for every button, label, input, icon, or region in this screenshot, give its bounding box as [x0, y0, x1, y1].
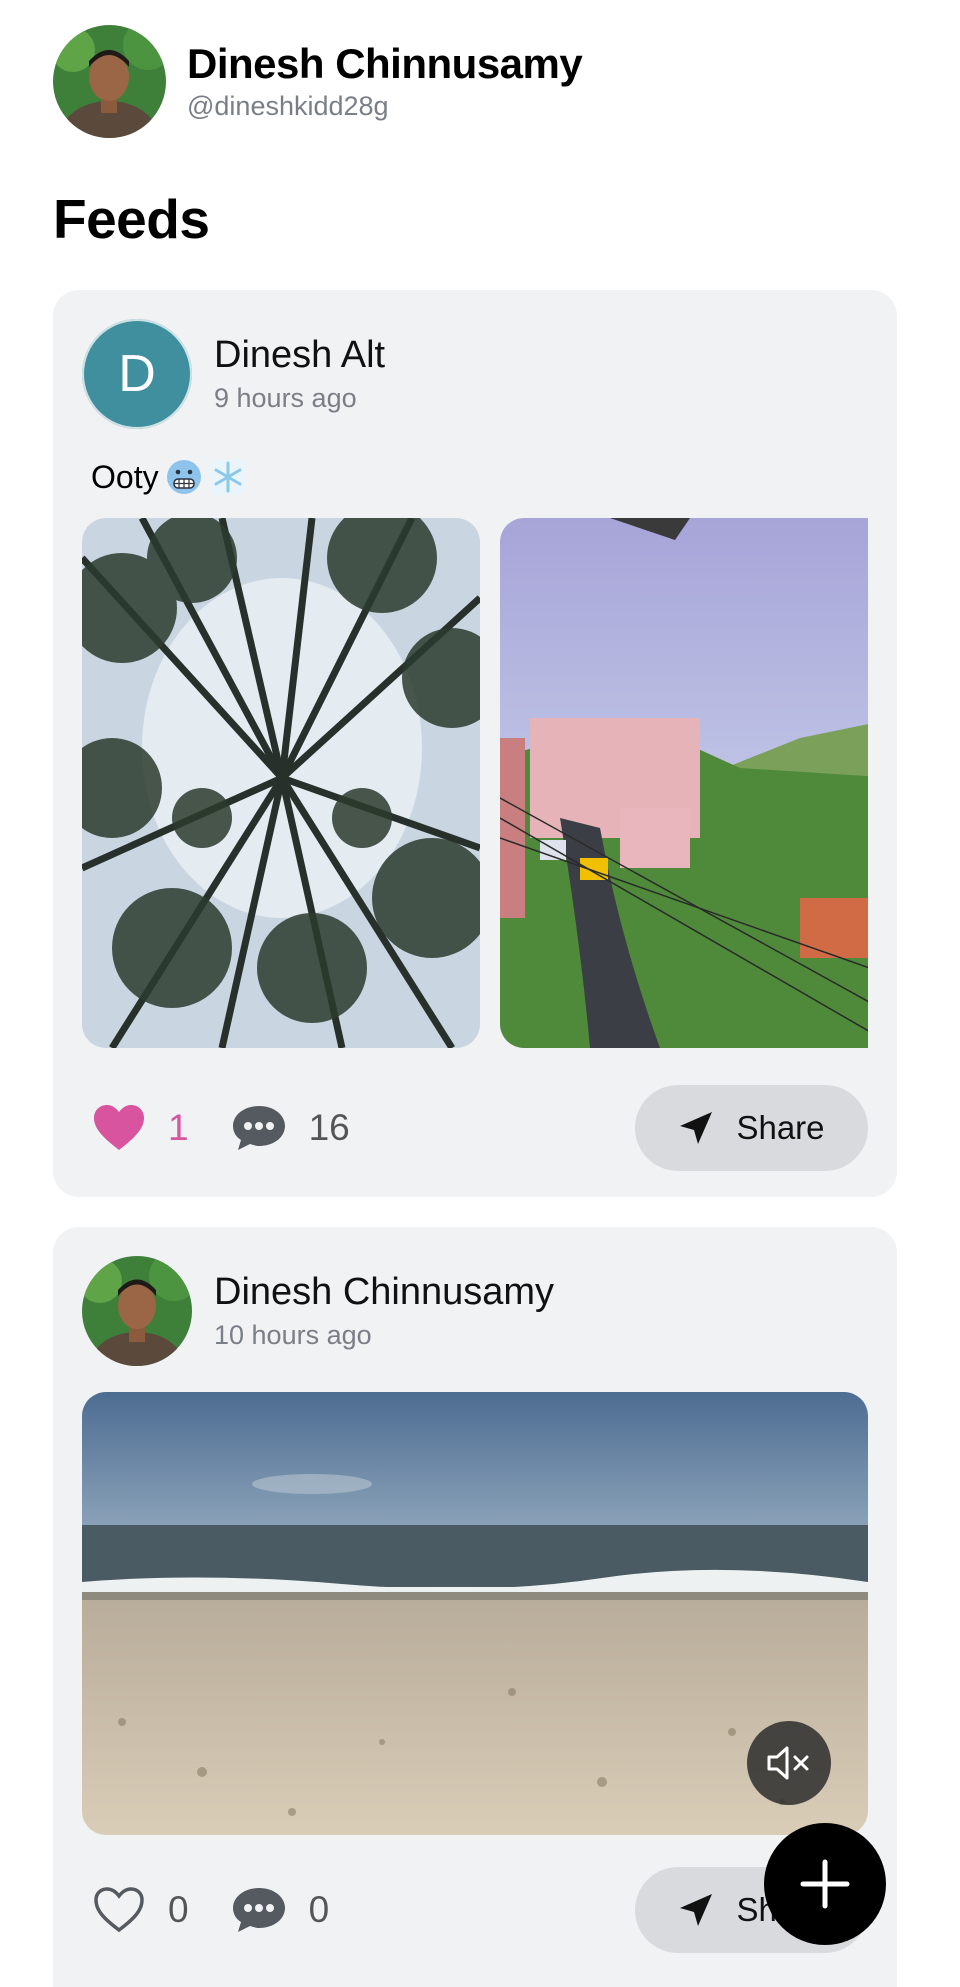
share-button[interactable]: Share [635, 1085, 868, 1171]
post-author[interactable]: Dinesh Alt [214, 334, 385, 378]
mute-button[interactable] [747, 1721, 831, 1805]
avatar[interactable] [82, 1256, 192, 1366]
post-text: Ooty [91, 458, 159, 495]
beach-video[interactable] [82, 1392, 868, 1835]
post-actions: 0 0 Share [82, 1867, 868, 1953]
heart-outline-icon [94, 1887, 144, 1933]
new-post-button[interactable] [764, 1823, 886, 1945]
post-timestamp: 10 hours ago [214, 1320, 372, 1351]
snowflake-icon [209, 458, 247, 496]
hillside-town-photo[interactable] [500, 518, 868, 1048]
post-actions: 1 16 Share [82, 1085, 868, 1171]
forest-canopy-photo[interactable] [82, 518, 480, 1048]
plus-icon [800, 1859, 850, 1909]
profile-name: Dinesh Chinnusamy [187, 39, 583, 87]
like-button[interactable]: 1 [92, 1104, 189, 1152]
like-button[interactable]: 0 [92, 1886, 189, 1934]
avatar[interactable] [53, 25, 166, 138]
profile-header: Dinesh Chinnusamy @dineshkidd28g [53, 25, 583, 138]
avatar[interactable]: D [82, 319, 192, 429]
speaker-muted-icon [767, 1746, 809, 1780]
share-label: Share [736, 1109, 825, 1146]
comment-button[interactable]: 0 [231, 1886, 330, 1934]
post-media-carousel[interactable] [82, 518, 868, 1048]
post-timestamp: 9 hours ago [214, 383, 357, 414]
send-arrow-icon [680, 1112, 713, 1144]
comment-count: 16 [308, 1107, 350, 1148]
send-arrow-icon [680, 1894, 713, 1926]
post-caption: Ooty [91, 458, 247, 496]
profile-handle: @dineshkidd28g [187, 91, 389, 122]
speech-bubble-icon [232, 1106, 285, 1150]
comment-button[interactable]: 16 [231, 1104, 350, 1152]
like-count: 0 [168, 1889, 189, 1930]
heart-filled-icon [94, 1105, 144, 1150]
like-count: 1 [168, 1107, 189, 1148]
speech-bubble-icon [232, 1888, 285, 1932]
comment-count: 0 [308, 1889, 330, 1930]
page-title: Feeds [53, 188, 210, 250]
post-card: D Dinesh Alt 9 hours ago Ooty 1 16 Share [53, 290, 897, 1197]
grimacing-face-icon [165, 458, 203, 496]
post-header: Dinesh Chinnusamy 10 hours ago [82, 1256, 554, 1366]
post-header: D Dinesh Alt 9 hours ago [82, 319, 385, 429]
post-author[interactable]: Dinesh Chinnusamy [214, 1271, 554, 1315]
